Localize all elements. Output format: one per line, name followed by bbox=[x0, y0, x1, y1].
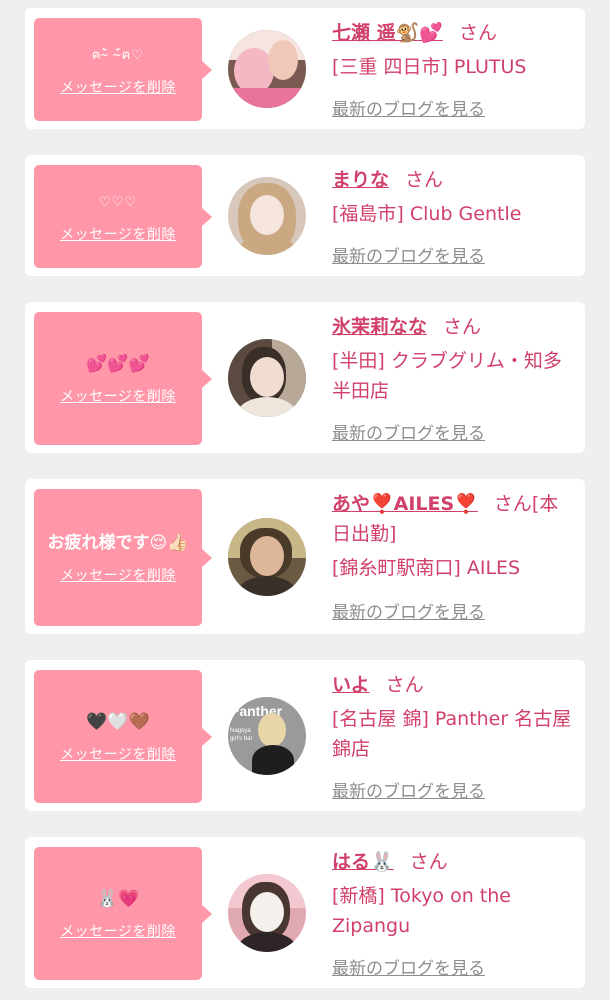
delete-message-link[interactable]: メッセージを削除 bbox=[60, 565, 176, 585]
avatar[interactable] bbox=[228, 30, 306, 108]
cast-name-link[interactable]: あや❣️AILES❣️ bbox=[332, 493, 478, 515]
avatar[interactable] bbox=[228, 339, 306, 417]
delete-message-link[interactable]: メッセージを削除 bbox=[60, 77, 176, 97]
shop-info: [新橋] Tokyo on the Zipangu bbox=[332, 885, 511, 937]
delete-message-link[interactable]: メッセージを削除 bbox=[60, 386, 176, 406]
avatar[interactable] bbox=[228, 518, 306, 596]
cast-name-link[interactable]: 七瀬 遥🐒💕 bbox=[332, 22, 443, 44]
message-text: 🖤🤍🤎 bbox=[86, 712, 150, 732]
latest-blog-link[interactable]: 最新のブログを見る bbox=[332, 95, 485, 120]
profile-info: まりな さん [福島市] Club Gentle bbox=[332, 165, 575, 229]
message-text: ฅ˘̴̀ ˘̴́ฅ♡ bbox=[91, 48, 145, 63]
avatar[interactable]: Panther Nagoya girl's bar bbox=[228, 697, 306, 775]
message-text: 💕💕💕 bbox=[86, 354, 150, 374]
avatar[interactable] bbox=[228, 177, 306, 255]
latest-blog-link[interactable]: 最新のブログを見る bbox=[332, 598, 485, 623]
profile-info: 七瀬 遥🐒💕 さん [三重 四日市] PLUTUS bbox=[332, 18, 575, 82]
latest-blog-link[interactable]: 最新のブログを見る bbox=[332, 777, 485, 802]
shop-info: [三重 四日市] PLUTUS bbox=[332, 56, 527, 78]
profile-info: 氷茉莉なな さん [半田] クラブグリム・知多半田店 bbox=[332, 312, 575, 406]
profile-info: はる🐰 さん [新橋] Tokyo on the Zipangu bbox=[332, 847, 575, 941]
cast-name-link[interactable]: 氷茉莉なな bbox=[332, 316, 427, 338]
cast-name-link[interactable]: はる🐰 bbox=[332, 851, 394, 873]
shop-info: [福島市] Club Gentle bbox=[332, 203, 522, 225]
name-suffix: さん bbox=[443, 316, 482, 338]
latest-blog-link[interactable]: 最新のブログを見る bbox=[332, 419, 485, 444]
shop-info: [錦糸町駅南口] AILES bbox=[332, 557, 521, 579]
delete-message-link[interactable]: メッセージを削除 bbox=[60, 921, 176, 941]
message-bubble: ♡♡♡ メッセージを削除 bbox=[34, 165, 212, 268]
message-text: ♡♡♡ bbox=[99, 195, 137, 210]
cast-name-link[interactable]: いよ bbox=[332, 674, 370, 696]
message-bubble: ฅ˘̴̀ ˘̴́ฅ♡ メッセージを削除 bbox=[34, 18, 212, 121]
message-card: 🐰💗 メッセージを削除 はる🐰 さん [新橋] Tokyo on the Zipa… bbox=[25, 837, 585, 988]
delete-message-link[interactable]: メッセージを削除 bbox=[60, 224, 176, 244]
message-bubble: 🐰💗 メッセージを削除 bbox=[34, 847, 212, 980]
message-card: ฅ˘̴̀ ˘̴́ฅ♡ メッセージを削除 七瀬 遥🐒💕 さん [三重 四日市] PL… bbox=[25, 8, 585, 129]
latest-blog-link[interactable]: 最新のブログを見る bbox=[332, 954, 485, 979]
cast-name-link[interactable]: まりな bbox=[332, 169, 389, 191]
shop-info: [半田] クラブグリム・知多半田店 bbox=[332, 350, 562, 402]
message-text: 🐰💗 bbox=[96, 889, 140, 909]
shop-info: [名古屋 錦] Panther 名古屋錦店 bbox=[332, 708, 572, 760]
message-bubble: お疲れ様です😌👍🏻 メッセージを削除 bbox=[34, 489, 212, 626]
name-suffix: さん bbox=[385, 674, 424, 696]
avatar[interactable] bbox=[228, 874, 306, 952]
name-suffix: さん bbox=[458, 22, 497, 44]
message-card: ♡♡♡ メッセージを削除 まりな さん [福島市] Club Gentle 最新の… bbox=[25, 155, 585, 276]
delete-message-link[interactable]: メッセージを削除 bbox=[60, 744, 176, 764]
avatar-shop-subtext: Nagoya girl's bar bbox=[230, 728, 253, 742]
profile-info: いよ さん [名古屋 錦] Panther 名古屋錦店 bbox=[332, 670, 575, 764]
latest-blog-link[interactable]: 最新のブログを見る bbox=[332, 242, 485, 267]
message-text: お疲れ様です😌👍🏻 bbox=[47, 533, 189, 553]
profile-info: あや❣️AILES❣️ さん[本日出勤] [錦糸町駅南口] AILES bbox=[332, 489, 575, 583]
message-bubble: 💕💕💕 メッセージを削除 bbox=[34, 312, 212, 445]
name-suffix: さん bbox=[405, 169, 444, 191]
message-card: 💕💕💕 メッセージを削除 氷茉莉なな さん [半田] クラブグリム・知多半田店 最… bbox=[25, 302, 585, 453]
message-card: お疲れ様です😌👍🏻 メッセージを削除 あや❣️AILES❣️ さん[本日出勤] [… bbox=[25, 479, 585, 634]
message-card: 🖤🤍🤎 メッセージを削除 Panther Nagoya girl's bar い… bbox=[25, 660, 585, 811]
name-suffix: さん bbox=[409, 851, 448, 873]
message-bubble: 🖤🤍🤎 メッセージを削除 bbox=[34, 670, 212, 803]
